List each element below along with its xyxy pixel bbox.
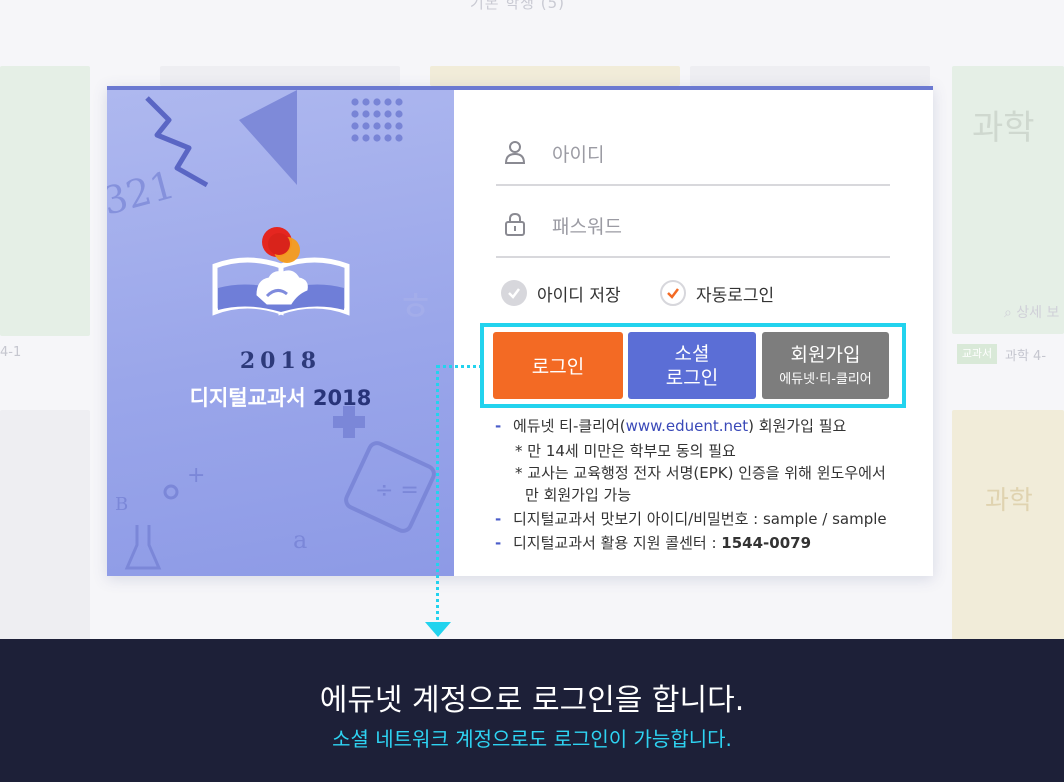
call-center-phone: 1544-0079 [721,534,812,552]
note-teacher-epk-cont: 만 회원가입 가능 [525,486,632,504]
background-badge: 교과서 [957,344,997,364]
eduent-link[interactable]: www.eduent.net [626,417,748,435]
connector-line [437,365,482,368]
svg-text:ㅎ: ㅎ [397,284,434,330]
caption-bar: 에듀넷 계정으로 로그인을 합니다. 소셜 네트워크 계정으로도 로그인이 가능… [0,639,1064,782]
note-sample-account: - 디지털교과서 맛보기 아이디/비밀번호 : sample / sample [495,510,887,528]
checked-icon [660,280,686,306]
svg-text:321: 321 [107,162,179,223]
svg-text:a: a [293,526,307,554]
background-top-text: 기본 학생 (5) [470,0,565,12]
join-button[interactable]: 회원가입 에듀넷·티-클리어 [762,332,889,399]
note-call-center: - 디지털교과서 활용 지원 콜센터 : 1544-0079 [495,534,812,552]
join-button-sublabel: 에듀넷·티-클리어 [779,371,872,387]
brand-year: 2018 [239,348,322,374]
background-book-title: 과학 [985,486,1033,516]
connector-line [436,365,439,620]
caption-title: 에듀넷 계정으로 로그인을 합니다. [319,683,745,718]
save-id-label: 아이디 저장 [537,285,621,306]
background-book-label: 과학 4- [1005,349,1047,364]
auto-login-label: 자동로그인 [696,285,775,306]
auto-login-checkbox[interactable]: 자동로그인 [660,280,774,306]
brand-name: 디지털교과서 2018 [189,386,372,410]
background-book [690,66,930,86]
password-field [496,188,890,258]
svg-text:+: + [187,463,205,488]
social-login-label-line1: 소셜 [674,342,710,365]
user-icon [504,141,526,164]
password-input[interactable] [552,216,852,238]
background-book [430,66,680,86]
social-login-label-line2: 로그인 [665,366,719,389]
login-dialog: 321 ㅎ ÷ = B + a 2018 디지털교과서 2018 아이디 아이디… [107,86,933,576]
background-book [160,66,400,86]
background-book-label: 4-1 [0,345,22,360]
login-button[interactable]: 로그인 [493,332,623,399]
id-input[interactable] [552,144,852,166]
brand-panel: 321 ㅎ ÷ = B + a 2018 디지털교과서 2018 [107,90,454,576]
background-book-title: 과학 [972,108,1035,148]
background-book [0,66,90,336]
decorative-illustrations: 321 ㅎ ÷ = B + a [107,90,436,570]
login-button-label: 로그인 [531,356,585,378]
background-book [952,410,1064,640]
brand-name-year: 2018 [312,386,372,410]
id-field [496,116,890,186]
svg-text:B: B [115,494,128,515]
background-detail-label: ⌕ 상세 보 [1004,305,1060,321]
note-signup-required: - 에듀넷 티-클리어(www.eduent.net) 회원가입 필요 [495,417,847,435]
lock-icon [505,212,525,236]
caption-subtitle: 소셜 네트워크 계정으로도 로그인이 가능합니다. [332,727,732,751]
background-book [0,410,90,640]
note-teacher-epk: * 교사는 교육행정 전자 서명(EPK) 인증을 위해 윈도우에서 [515,464,886,482]
svg-text:÷ =: ÷ = [375,478,419,503]
join-button-label: 회원가입 [790,343,861,366]
unchecked-icon [501,280,527,306]
save-id-checkbox[interactable]: 아이디 저장 [501,280,621,306]
note-under-14: * 만 14세 미만은 학부모 동의 필요 [515,442,736,460]
social-login-button[interactable]: 소셜 로그인 [628,332,756,399]
arrow-down-icon [425,622,451,637]
